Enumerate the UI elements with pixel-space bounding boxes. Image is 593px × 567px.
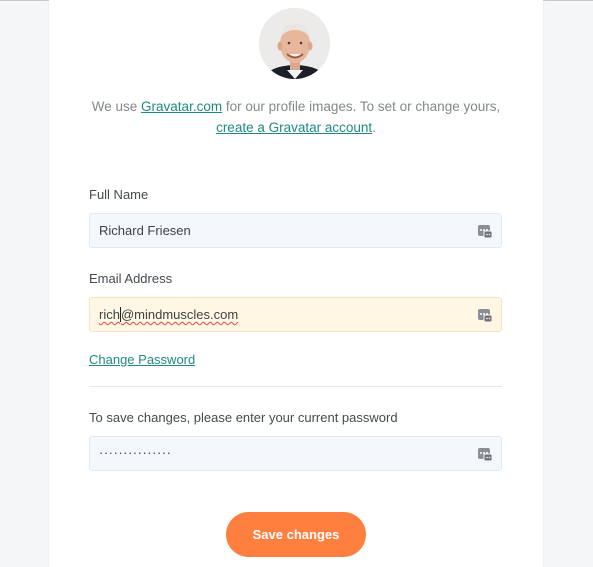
current-password-prompt: To save changes, please enter your curre… [89,410,398,425]
email-value-start: rich [99,307,120,322]
avatar-image [259,8,330,79]
gravatar-note-end: . [372,120,376,135]
current-password-value: ··············· [99,445,172,460]
password-manager-icon[interactable] [477,446,493,462]
password-manager-icon[interactable] [477,307,493,323]
email-value-end: @mindmuscles.com [120,307,239,322]
full-name-label: Full Name [89,187,149,202]
email-value: rich@mindmuscles.com [99,307,238,322]
gravatar-note: We use Gravatar.com for our profile imag… [89,96,503,138]
save-changes-button[interactable]: Save changes [226,512,366,557]
current-password-field[interactable]: ··············· [89,436,502,471]
create-gravatar-link[interactable]: create a Gravatar account [216,120,372,135]
email-field[interactable]: rich@mindmuscles.com [89,297,502,332]
email-label: Email Address [89,271,173,286]
gravatar-link[interactable]: Gravatar.com [141,99,222,114]
full-name-field[interactable]: Richard Friesen [89,213,502,248]
full-name-value: Richard Friesen [99,223,191,238]
password-manager-icon[interactable] [477,223,493,239]
divider [89,386,502,387]
gravatar-note-text: We use [91,99,142,114]
gravatar-note-text-2: for our profile images. To set or change… [222,99,501,114]
avatar [259,8,330,79]
change-password-link[interactable]: Change Password [89,352,195,367]
